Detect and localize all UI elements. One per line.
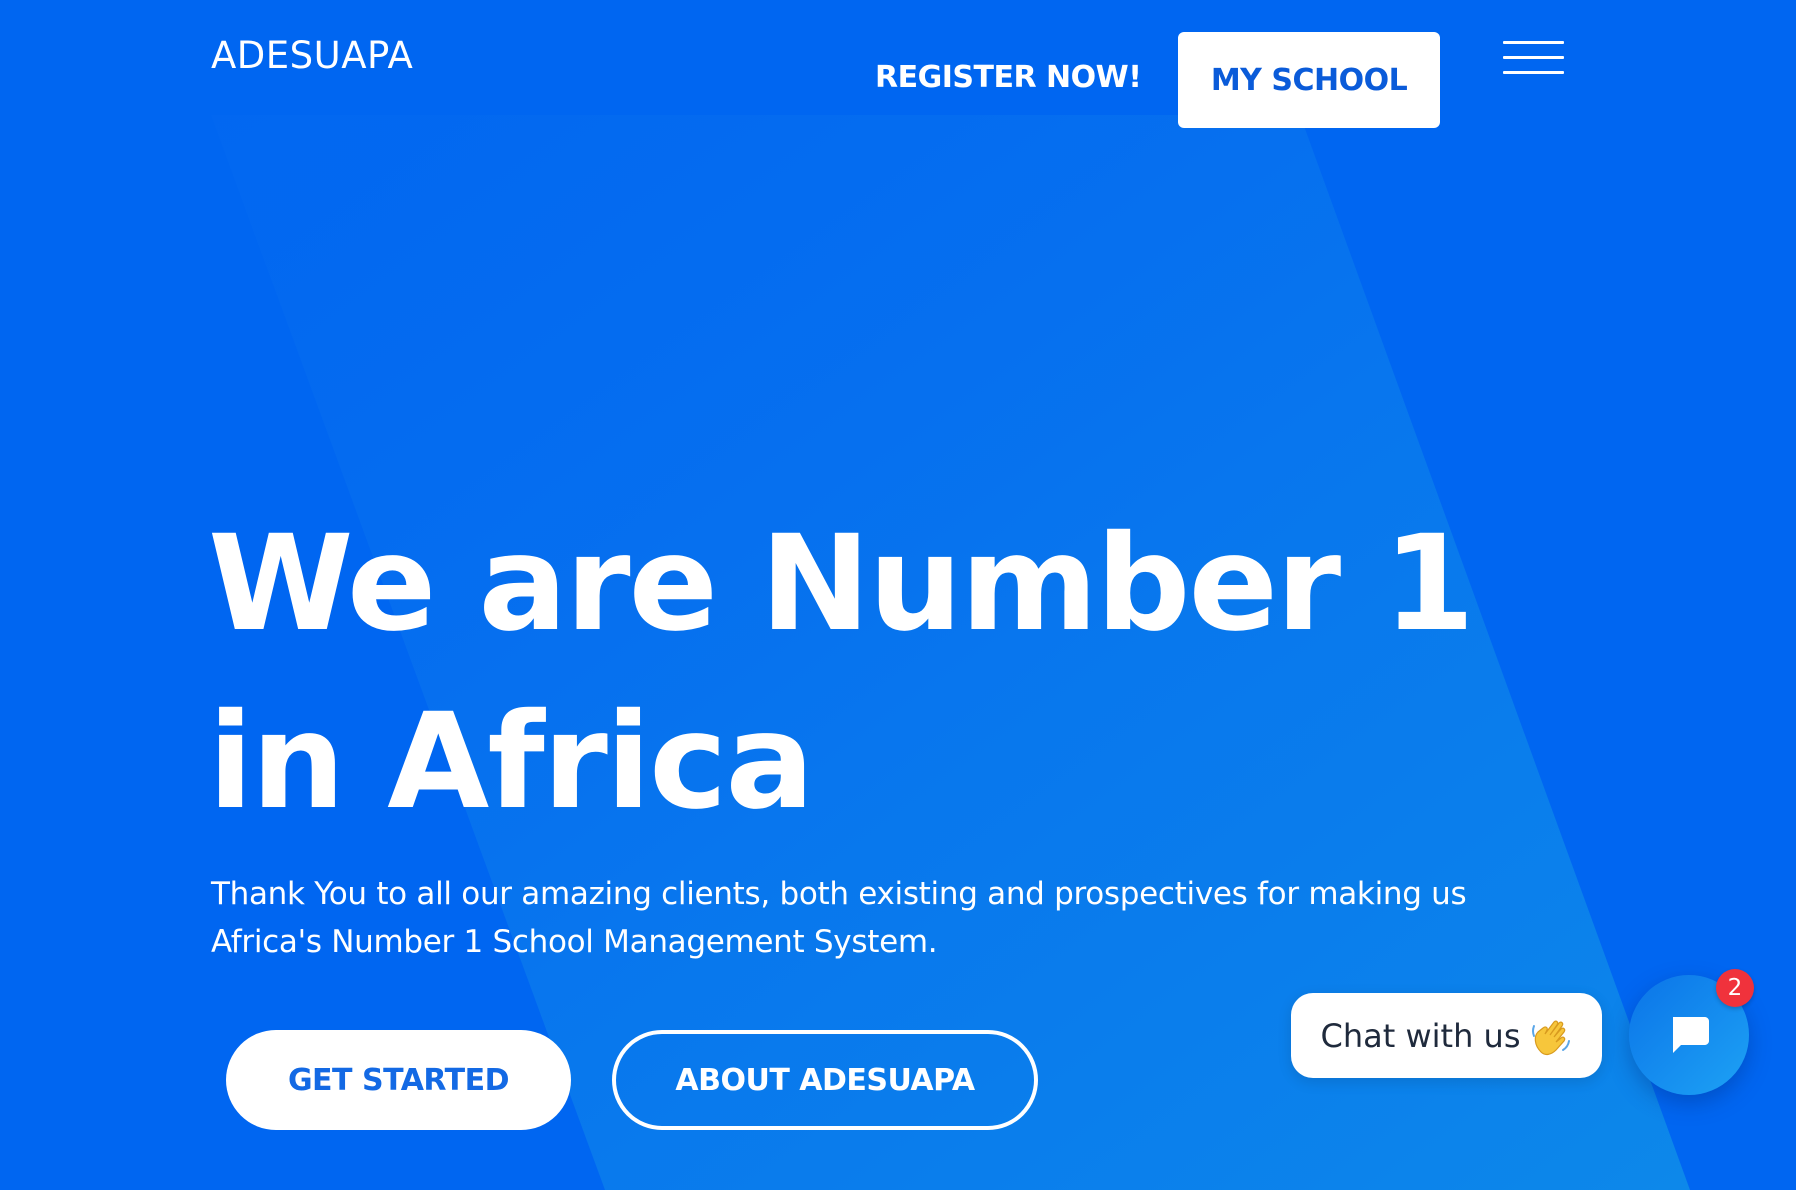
menu-bar-middle xyxy=(1503,56,1564,59)
get-started-button[interactable]: GET STARTED xyxy=(226,1030,571,1130)
get-started-label: GET STARTED xyxy=(287,1062,510,1098)
menu-bar-bottom xyxy=(1503,71,1564,74)
waving-hand-icon xyxy=(1532,1020,1571,1055)
hero-subtitle-line-2: Africa's Number 1 School Management Syst… xyxy=(211,924,938,960)
about-adesuapa-button[interactable]: ABOUT ADESUAPA xyxy=(612,1030,1038,1130)
chat-notification-badge: 2 xyxy=(1716,969,1754,1007)
site-logo[interactable]: ADESUAPA xyxy=(211,34,413,77)
chat-icon xyxy=(1673,1017,1709,1053)
my-school-button[interactable]: MY SCHOOL xyxy=(1178,32,1440,128)
hero-title-line-2: in Africa xyxy=(208,685,814,839)
chat-with-us-label: Chat with us xyxy=(1320,1016,1521,1055)
hero-subtitle: Thank You to all our amazing clients, bo… xyxy=(211,870,1551,966)
chat-with-us-bubble[interactable]: Chat with us xyxy=(1291,993,1602,1078)
my-school-label: MY SCHOOL xyxy=(1210,62,1408,98)
hamburger-menu-icon[interactable] xyxy=(1503,41,1564,75)
about-adesuapa-label: ABOUT ADESUAPA xyxy=(675,1062,975,1098)
hero-subtitle-line-1: Thank You to all our amazing clients, bo… xyxy=(211,876,1467,912)
hero-title-line-1: We are Number 1 xyxy=(208,507,1475,661)
register-now-link[interactable]: REGISTER NOW! xyxy=(875,60,1142,95)
menu-bar-top xyxy=(1503,41,1564,44)
hero-title: We are Number 1 in Africa xyxy=(208,495,1608,851)
